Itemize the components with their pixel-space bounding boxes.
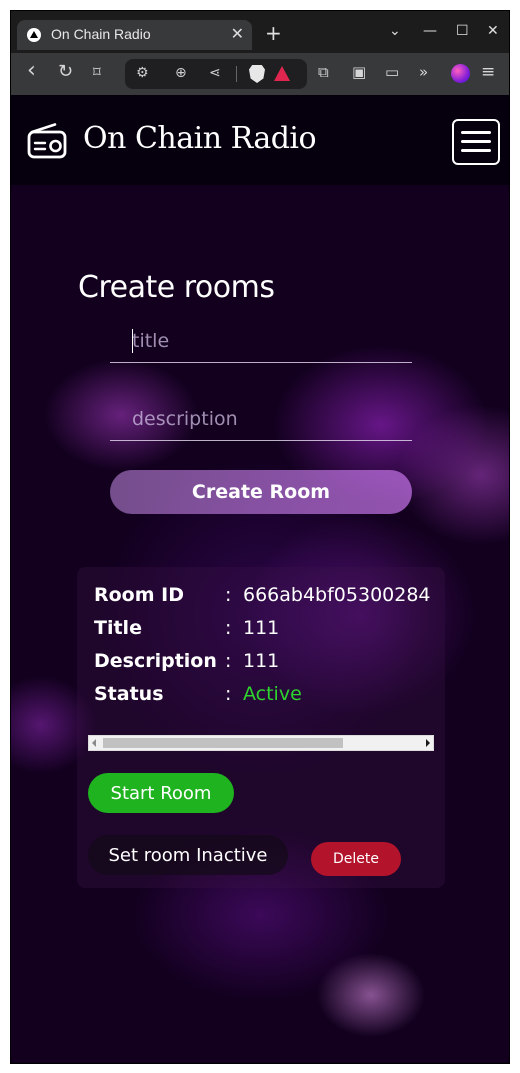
site-favicon-icon <box>27 28 41 42</box>
tab-list-icon[interactable]: ⌄ <box>389 23 401 39</box>
brave-shields-icon[interactable] <box>249 65 265 83</box>
horizontal-scrollbar[interactable] <box>88 735 434 751</box>
create-room-button[interactable]: Create Room <box>110 470 412 514</box>
site-navbar: On Chain Radio <box>11 95 509 185</box>
hamburger-menu-button[interactable] <box>452 119 500 165</box>
row-colon: : <box>225 683 232 705</box>
room-id-value: 666ab4bf05300284 <box>243 584 431 606</box>
title-input[interactable] <box>110 319 412 363</box>
minimize-button[interactable]: — <box>423 23 437 39</box>
more-tools-icon[interactable]: » <box>419 63 428 81</box>
reload-icon[interactable]: ↻ <box>58 61 73 82</box>
description-row: Description : 111 <box>94 650 439 680</box>
browser-toolbar: ‹ ↻ ⌑ ⚙ ⊕ ⋖ ⧉ ▣ ▭ » ≡ <box>11 53 509 95</box>
bookmark-icon[interactable]: ⌑ <box>93 63 101 81</box>
radio-icon <box>27 123 67 159</box>
title-row: Title : 111 <box>94 617 439 647</box>
site-info-icon[interactable]: ⚙ <box>136 65 149 81</box>
browser-tab[interactable]: On Chain Radio ✕ <box>17 20 252 50</box>
wallet-icon[interactable]: ▭ <box>385 63 399 81</box>
room-card: Room ID : 666ab4bf05300284 Title : 111 D… <box>77 567 445 888</box>
browser-menu-icon[interactable]: ≡ <box>481 62 495 82</box>
scrollbar-thumb[interactable] <box>103 738 343 748</box>
status-label: Status <box>94 683 164 705</box>
room-id-label: Room ID <box>94 584 184 606</box>
tab-strip: On Chain Radio ✕ + ⌄ — ☐ ✕ <box>11 11 509 53</box>
back-icon[interactable]: ‹ <box>27 58 36 83</box>
share-icon[interactable]: ⋖ <box>209 65 221 81</box>
brand-title[interactable]: On Chain Radio <box>83 121 317 156</box>
scroll-left-icon[interactable] <box>92 739 96 747</box>
create-rooms-heading: Create rooms <box>78 270 275 305</box>
title-label: Title <box>94 617 142 639</box>
maximize-button[interactable]: ☐ <box>456 23 469 39</box>
hamburger-icon <box>461 131 491 134</box>
web-page: On Chain Radio Create rooms Create Room … <box>11 95 509 1063</box>
profile-avatar[interactable] <box>451 64 470 83</box>
tab-close-icon[interactable]: ✕ <box>231 24 244 43</box>
title-value: 111 <box>243 617 280 639</box>
description-value: 111 <box>243 650 280 672</box>
row-colon: : <box>225 650 232 672</box>
row-colon: : <box>225 584 232 606</box>
address-bar[interactable]: ⚙ ⊕ ⋖ <box>125 59 307 89</box>
new-tab-button[interactable]: + <box>265 21 282 45</box>
browser-window: On Chain Radio ✕ + ⌄ — ☐ ✕ ‹ ↻ ⌑ ⚙ ⊕ ⋖ ⧉… <box>10 10 510 1064</box>
text-caret <box>132 329 133 353</box>
sidebar-icon[interactable]: ▣ <box>352 63 366 81</box>
zoom-icon[interactable]: ⊕ <box>175 65 187 81</box>
set-room-inactive-button[interactable]: Set room Inactive <box>88 835 288 875</box>
status-row: Status : Active <box>94 683 439 713</box>
status-value: Active <box>243 683 302 705</box>
start-room-button[interactable]: Start Room <box>88 773 234 813</box>
brave-rewards-icon[interactable] <box>274 66 290 81</box>
tab-title: On Chain Radio <box>51 26 151 42</box>
description-input[interactable] <box>110 397 412 441</box>
hamburger-icon-bar <box>461 149 491 152</box>
delete-room-button[interactable]: Delete <box>311 842 401 876</box>
room-id-row: Room ID : 666ab4bf05300284 <box>94 584 439 614</box>
close-window-button[interactable]: ✕ <box>487 23 499 39</box>
scroll-right-icon[interactable] <box>426 739 430 747</box>
description-label: Description <box>94 650 217 672</box>
hamburger-icon-bar <box>461 140 491 143</box>
extensions-icon[interactable]: ⧉ <box>318 63 329 81</box>
address-bar-divider <box>236 66 237 82</box>
row-colon: : <box>225 617 232 639</box>
